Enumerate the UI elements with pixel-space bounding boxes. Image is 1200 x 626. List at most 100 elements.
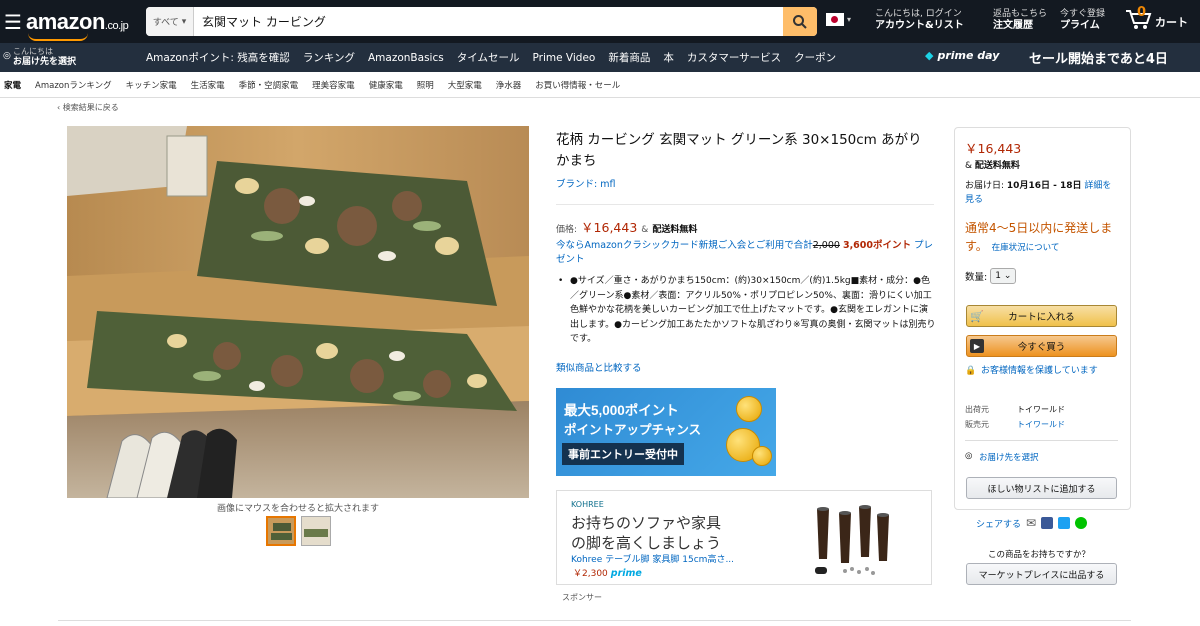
back-to-results-link[interactable]: ‹ 検索結果に戻る (57, 102, 119, 113)
nav-link-points[interactable]: Amazonポイント: 残高を確認 (146, 50, 290, 65)
play-icon: ▶ (970, 339, 984, 353)
free-shipping: 配送料無料 (652, 225, 698, 235)
delivery-date-label: お届け日: (965, 181, 1005, 191)
points-banner[interactable]: 最大5,000ポイント ポイントアップチャンス 事前エントリー受付中 (556, 388, 776, 476)
search-icon (793, 14, 807, 29)
buybox-price: ￥16,443 (965, 141, 1022, 156)
nav-link-coupons[interactable]: クーポン (794, 50, 836, 65)
secure-transaction-link[interactable]: 🔒 お客様情報を保護しています (965, 365, 1120, 378)
subnav-large[interactable]: 大型家電 (448, 79, 482, 91)
address-text: お届け先を選択 (979, 453, 1039, 463)
divider (965, 440, 1118, 441)
search-bar: すべて ▾ (146, 7, 817, 36)
search-button[interactable] (783, 7, 817, 36)
thumbnail-1[interactable] (266, 516, 296, 546)
divider (556, 204, 934, 205)
sponsored-label: スポンサー (562, 593, 602, 602)
ad-headline-1: お持ちのソファや家具 (571, 514, 722, 532)
product-title: 花柄 カービング 玄関マット グリーン系 30×150cm あがりかまち (556, 132, 922, 169)
delivery-date: お届け日: 10月16日 - 18日 詳細を見る (965, 179, 1120, 207)
logo-text: amazon (26, 8, 105, 34)
thumbnail-2[interactable] (301, 516, 331, 546)
banner-line-1: 最大5,000ポイント (564, 403, 679, 418)
share-row: シェアする ✉ (976, 516, 1088, 530)
amazon-logo[interactable]: amazon.co.jp (26, 8, 136, 41)
nav-link-new[interactable]: 新着商品 (608, 50, 650, 65)
promo-text: 今ならAmazonクラシックカード新規ご入会とご利用で合計 (556, 240, 813, 251)
quantity-select[interactable]: 1 ⌄ (990, 268, 1017, 284)
nav-link-customer-service[interactable]: カスタマーサービス (687, 50, 781, 65)
account-menu[interactable]: こんにちは, ログイン アカウント&リスト (875, 9, 964, 31)
subnav-electronics[interactable]: 家電 (4, 79, 21, 91)
subnav-lighting[interactable]: 照明 (417, 79, 434, 91)
subnav-beauty[interactable]: 理美容家電 (312, 79, 355, 91)
caret-down-icon: ▾ (181, 16, 187, 27)
share-label: シェアする (976, 519, 1022, 530)
stock-status: 通常4～5日以内に発送します。 在庫状況について (965, 219, 1125, 257)
facebook-icon[interactable] (1041, 517, 1054, 529)
own-product-question: この商品をお持ちですか？ (988, 550, 1091, 560)
nav-link-timesale[interactable]: タイムセール (457, 50, 520, 65)
nav-link-basics[interactable]: AmazonBasics (368, 52, 444, 64)
nav-link-books[interactable]: 本 (663, 50, 674, 65)
buy-now-label: 今すぐ買う (1017, 342, 1066, 353)
subnav-kitchen[interactable]: キッチン家電 (126, 79, 177, 91)
email-icon[interactable]: ✉ (1026, 516, 1036, 530)
price-row: 価格: ￥16,443 & 配送料無料 (556, 217, 697, 236)
orders-menu[interactable]: 返品もこちら 注文履歴 (993, 9, 1047, 31)
line-icon[interactable] (1075, 517, 1088, 529)
sale-countdown[interactable]: セール開始まであと4日 (1029, 48, 1168, 67)
nav-link-prime-video[interactable]: Prime Video (533, 52, 596, 64)
stock-info-link[interactable]: 在庫状況について (992, 243, 1060, 253)
quantity-row: 数量: 1 ⌄ (965, 268, 1017, 284)
card-promo[interactable]: 今ならAmazonクラシックカード新規ご入会とご利用で合計2,000 3,600… (556, 239, 936, 267)
menu-icon[interactable]: ☰ (4, 12, 22, 32)
product-main-image[interactable] (67, 126, 529, 498)
deliver-to[interactable]: ◎ こんにちは お届け先を選択 (3, 47, 76, 67)
nav-link-ranking[interactable]: ランキング (303, 50, 355, 65)
subnav-ranking[interactable]: Amazonランキング (35, 79, 112, 91)
buy-now-button[interactable]: ▶ 今すぐ買う (966, 335, 1117, 357)
sponsored-ad[interactable]: KOHREE お持ちのソファや家具 の脚を高くしましょう Kohree テーブル… (556, 490, 932, 585)
ad-price-row: ￥2,300 prime (573, 566, 642, 579)
select-address-link[interactable]: ◎ お届け先を選択 (965, 451, 1039, 463)
add-to-cart-button[interactable]: 🛒 カートに入れる (966, 305, 1117, 327)
seller-label: 販売元 (965, 420, 989, 429)
prime-label: プライム (1060, 20, 1100, 31)
sell-on-marketplace-button[interactable]: マーケットプレイスに出品する (966, 563, 1117, 585)
prime-menu[interactable]: 今すぐ登録 プライム (1060, 9, 1105, 31)
subnav-water[interactable]: 浄水器 (496, 79, 522, 91)
free-shipping-prefix: & (641, 225, 649, 235)
prime-day-logo[interactable]: ◆ prime day (925, 49, 999, 62)
ad-product-link[interactable]: Kohree テーブル脚 家具脚 15cm高さ... (571, 552, 734, 565)
feature-text: ●サイズ／重さ・あがりかまち150cm：(約)30×150cm／(約)1.5kg… (570, 276, 936, 344)
coin-icon (752, 446, 772, 466)
greeting-text: こんにちは, ログイン (875, 9, 962, 19)
search-input[interactable] (194, 7, 783, 36)
cart-button[interactable]: 0 カート (1125, 5, 1188, 30)
shipper-name: トイワールド (1017, 405, 1065, 414)
add-to-wishlist-button[interactable]: ほしい物リストに追加する (966, 477, 1117, 499)
cart-count: 0 (1137, 5, 1147, 20)
buybox-shipping-prefix: & (965, 161, 973, 171)
brand-link[interactable]: ブランド: mfl (556, 176, 615, 190)
ad-price: ￥2,300 (573, 569, 608, 579)
promo-points: 3,600ポイント (842, 240, 912, 251)
deliver-select: お届け先を選択 (13, 57, 77, 67)
seller-link[interactable]: トイワールド (1017, 419, 1065, 430)
buybox-shipping: & 配送料無料 (965, 158, 1020, 171)
twitter-icon[interactable] (1058, 517, 1071, 529)
language-selector[interactable]: ▾ (826, 13, 851, 26)
compare-link[interactable]: 類似商品と比較する (556, 360, 642, 374)
subnav-deals[interactable]: お買い得情報・セール (535, 79, 620, 91)
subnav-health[interactable]: 健康家電 (369, 79, 403, 91)
search-category-select[interactable]: すべて ▾ (146, 7, 194, 36)
main-nav: ◎ こんにちは お届け先を選択 Amazonポイント: 残高を確認 ランキング … (0, 43, 1200, 72)
seller-row: 販売元 トイワールド (965, 419, 1065, 430)
prime-badge: prime (610, 568, 642, 579)
category-subnav: 家電 Amazonランキング キッチン家電 生活家電 季節・空調家電 理美容家電… (0, 72, 1200, 98)
cart-label: カート (1155, 16, 1188, 29)
subnav-seasonal[interactable]: 季節・空調家電 (239, 79, 299, 91)
subnav-home[interactable]: 生活家電 (191, 79, 225, 91)
location-pin-icon: ◎ (3, 51, 11, 61)
